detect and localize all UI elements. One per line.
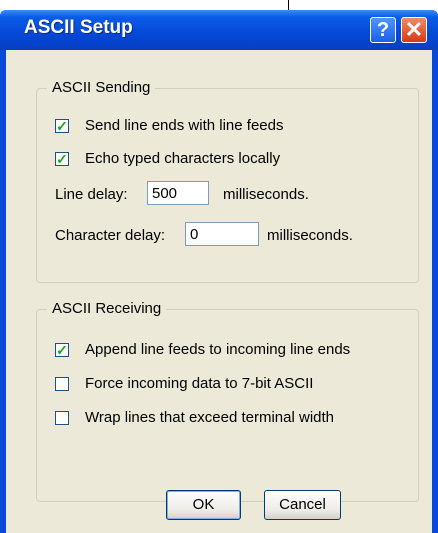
help-button[interactable]: ? — [370, 17, 396, 43]
line-delay-label: Line delay: — [55, 186, 128, 203]
wrap-lines-checkbox[interactable] — [55, 411, 69, 425]
echo-locally-label[interactable]: Echo typed characters locally — [85, 150, 280, 167]
title-bar[interactable]: ASCII Setup ? ✕ — [0, 10, 438, 50]
close-button[interactable]: ✕ — [401, 17, 427, 43]
send-line-feeds-label[interactable]: Send line ends with line feeds — [85, 117, 283, 134]
ascii-setup-dialog: ASCII Setup ? ✕ ASCII Sending ✓ Send lin… — [0, 10, 438, 533]
ascii-sending-legend: ASCII Sending — [47, 79, 156, 96]
send-line-feeds-checkbox[interactable]: ✓ — [55, 119, 69, 133]
ascii-receiving-legend: ASCII Receiving — [47, 300, 167, 317]
wrap-lines-label[interactable]: Wrap lines that exceed terminal width — [85, 409, 334, 426]
ok-button[interactable]: OK — [166, 490, 241, 520]
append-line-feeds-label[interactable]: Append line feeds to incoming line ends — [85, 341, 350, 358]
cancel-button[interactable]: Cancel — [264, 490, 341, 520]
line-delay-unit: milliseconds. — [223, 186, 309, 203]
dialog-title: ASCII Setup — [24, 17, 133, 38]
line-delay-input[interactable] — [147, 181, 209, 205]
char-delay-unit: milliseconds. — [267, 227, 353, 244]
char-delay-label: Character delay: — [55, 227, 166, 244]
dialog-body: ASCII Sending ✓ Send line ends with line… — [6, 50, 432, 533]
ascii-sending-group: ASCII Sending ✓ Send line ends with line… — [36, 79, 419, 283]
force-7bit-checkbox[interactable] — [55, 377, 69, 391]
echo-locally-checkbox[interactable]: ✓ — [55, 152, 69, 166]
ascii-receiving-group: ASCII Receiving ✓ Append line feeds to i… — [36, 300, 419, 502]
append-line-feeds-checkbox[interactable]: ✓ — [55, 343, 69, 357]
char-delay-input[interactable] — [185, 222, 259, 246]
force-7bit-label[interactable]: Force incoming data to 7-bit ASCII — [85, 375, 313, 392]
